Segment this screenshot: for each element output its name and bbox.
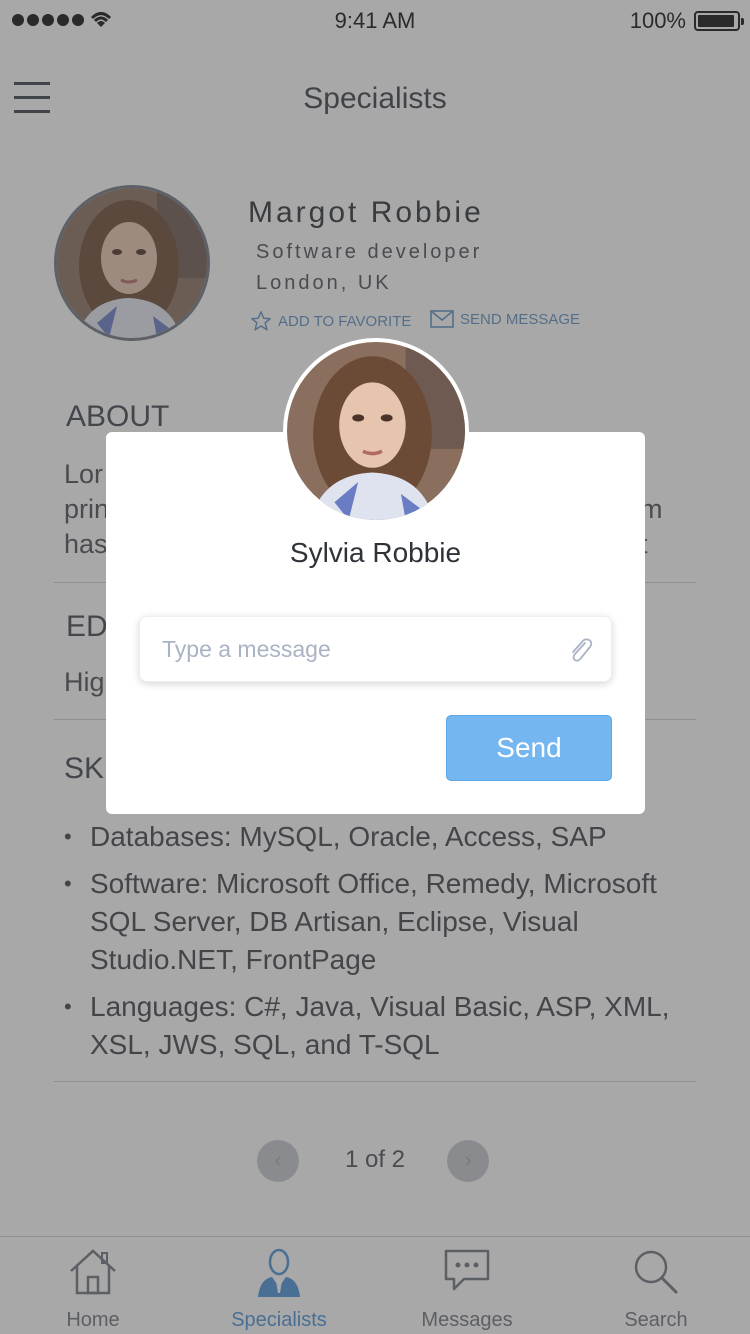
send-button[interactable]: Send: [446, 715, 612, 781]
message-input-box: [139, 616, 612, 682]
paperclip-icon[interactable]: [565, 635, 595, 665]
dialog-avatar: [283, 338, 469, 524]
message-input[interactable]: [162, 617, 552, 681]
dialog-recipient-name: Sylvia Robbie: [289, 537, 462, 568]
